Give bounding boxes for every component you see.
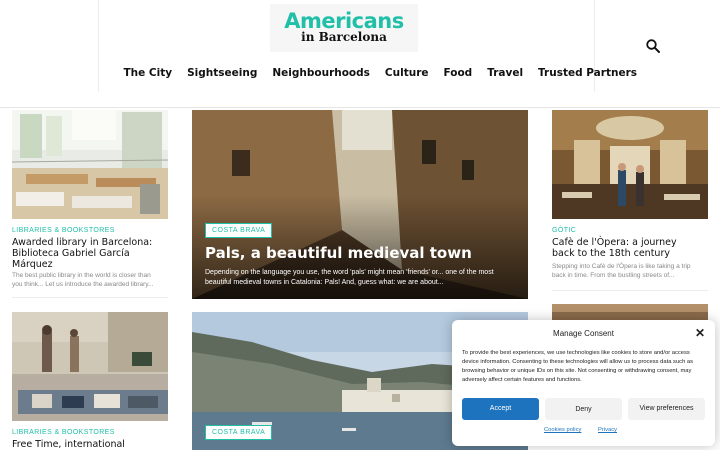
feature-excerpt: Depending on the language you use, the w…: [205, 269, 494, 286]
article-excerpt: The best public library in the world is …: [12, 272, 154, 288]
consent-text: To provide the best experiences, we use …: [462, 350, 694, 383]
view-preferences-button[interactable]: View preferences: [628, 398, 705, 420]
article-title[interactable]: Cafè de l'Òpera: a journey back to the 1…: [552, 237, 702, 259]
logo-line-2: in Barcelona: [301, 30, 387, 44]
site-header: Americans in Barcelona The City Sightsee…: [0, 0, 720, 108]
nav-item-trusted-partners[interactable]: Trusted Partners: [531, 66, 645, 80]
nav-item-the-city[interactable]: The City: [116, 66, 180, 80]
divider: [552, 290, 708, 291]
header-divider: [98, 0, 99, 92]
article-category[interactable]: GÒTIC: [552, 227, 576, 234]
site-logo[interactable]: Americans in Barcelona: [270, 4, 418, 52]
consent-dialog: Manage Consent ✕ To provide the best exp…: [452, 320, 715, 446]
nav-item-neighbourhoods[interactable]: Neighbourhoods: [265, 66, 378, 80]
logo-line-1: Americans: [284, 9, 404, 33]
cafe-opera-thumbnail[interactable]: [552, 110, 708, 219]
main-nav: The City Sightseeing Neighbourhoods Cult…: [116, 66, 645, 80]
nav-item-culture[interactable]: Culture: [377, 66, 436, 80]
nav-item-sightseeing[interactable]: Sightseeing: [180, 66, 265, 80]
street-market-thumbnail[interactable]: [12, 312, 168, 421]
category-badge[interactable]: COSTA BRAVA: [205, 223, 273, 238]
article-title[interactable]: Awarded library in Barcelona: Biblioteca…: [12, 237, 162, 270]
article-category[interactable]: LIBRARIES & BOOKSTORES: [12, 429, 115, 436]
article-excerpt: Stepping into Cafè de l'Òpera is like ta…: [552, 263, 691, 279]
consent-title: Manage Consent: [553, 329, 614, 338]
search-icon[interactable]: [645, 38, 661, 54]
article-category[interactable]: LIBRARIES & BOOKSTORES: [12, 227, 115, 234]
privacy-link[interactable]: Privacy: [598, 427, 617, 433]
category-badge[interactable]: COSTA BRAVA: [205, 425, 273, 440]
article-title[interactable]: Free Time, international: [12, 439, 162, 450]
feature-title[interactable]: Pals, a beautiful medieval town: [205, 244, 515, 262]
close-icon[interactable]: ✕: [695, 326, 705, 340]
cookies-policy-link[interactable]: Cookies policy: [544, 427, 581, 433]
nav-item-travel[interactable]: Travel: [480, 66, 531, 80]
accept-button[interactable]: Accept: [462, 398, 539, 420]
nav-item-food[interactable]: Food: [436, 66, 480, 80]
divider: [12, 297, 168, 298]
library-thumbnail[interactable]: [12, 110, 168, 219]
deny-button[interactable]: Deny: [545, 398, 622, 420]
